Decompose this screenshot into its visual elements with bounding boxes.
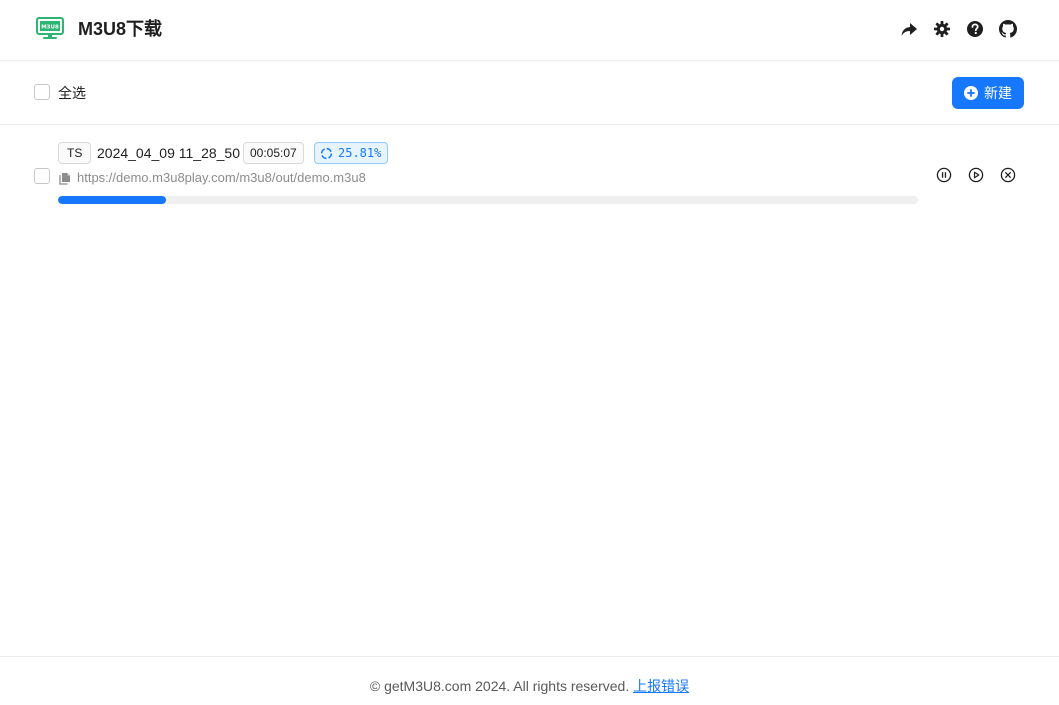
file-type-tag: TS	[58, 142, 92, 164]
document-copy-icon	[59, 172, 70, 185]
gear-icon[interactable]	[933, 20, 951, 38]
play-icon[interactable]	[968, 167, 984, 183]
new-task-label: 新建	[984, 85, 1012, 101]
task-name: 2024_04_09 11_28_50	[97, 145, 241, 161]
progress-percent: 25.81%	[338, 146, 382, 160]
progress-bar-fill	[58, 196, 166, 204]
task-checkbox[interactable]	[34, 168, 50, 184]
help-icon[interactable]	[966, 20, 984, 38]
svg-text:M3U8: M3U8	[41, 25, 59, 31]
task-url-text[interactable]: https://demo.m3u8play.com/m3u8/out/demo.…	[77, 170, 366, 186]
footer: © getM3U8.com 2024. All rights reserved.…	[0, 656, 1059, 705]
new-task-button[interactable]: 新建	[952, 77, 1024, 109]
pause-icon[interactable]	[936, 167, 952, 183]
select-all-label[interactable]: 全选	[58, 84, 86, 102]
plus-circle-icon	[964, 86, 978, 100]
app-title: M3U8下载	[78, 19, 163, 39]
progress-bar	[58, 196, 918, 204]
monitor-logo-icon: M3U8	[36, 17, 64, 39]
progress-tag: 25.81%	[314, 142, 389, 164]
app-header: M3U8 M3U8下载	[0, 0, 1059, 61]
toolbar: 全选 新建	[0, 62, 1059, 125]
footer-text: © getM3U8.com 2024. All rights reserved.…	[0, 677, 1059, 695]
report-error-link[interactable]: 上报错误	[633, 678, 689, 694]
copyright-text: © getM3U8.com 2024. All rights reserved.	[369, 678, 630, 694]
loading-icon	[320, 147, 333, 159]
duration-tag: 00:05:07	[243, 142, 304, 164]
task-url: https://demo.m3u8play.com/m3u8/out/demo.…	[59, 170, 366, 186]
select-all-checkbox[interactable]	[34, 84, 50, 100]
list-item: TS 2024_04_09 11_28_50 00:05:07 25.81% h…	[0, 126, 1059, 221]
share-icon[interactable]	[900, 20, 918, 38]
cancel-icon[interactable]	[1000, 167, 1016, 183]
github-icon[interactable]	[999, 20, 1017, 38]
